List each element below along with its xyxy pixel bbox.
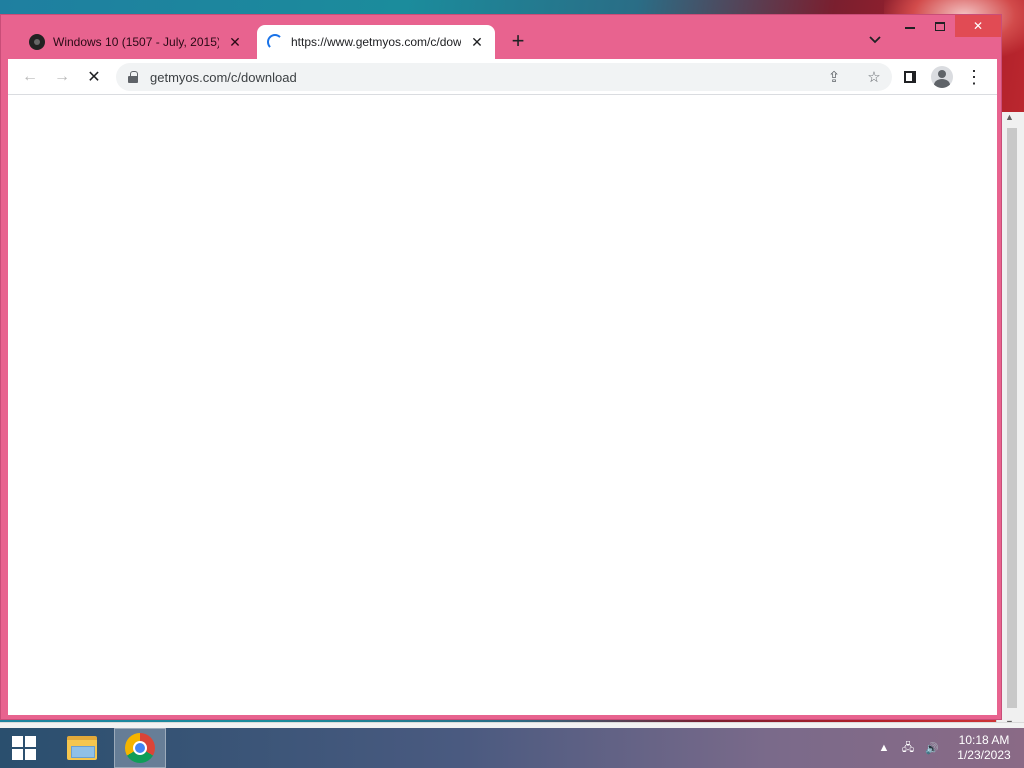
- lock-icon[interactable]: [128, 71, 138, 83]
- tab-search-button[interactable]: [865, 33, 885, 53]
- share-icon[interactable]: ⇪: [824, 68, 844, 86]
- clock-time: 10:18 AM: [958, 733, 1010, 747]
- taskbar-file-explorer[interactable]: [56, 728, 108, 768]
- disc-favicon-icon: [29, 34, 45, 50]
- browser-toolbar: ← → ✕ getmyos.com/c/download ⇪ ☆ ⋮: [8, 59, 997, 95]
- address-bar[interactable]: getmyos.com/c/download ⇪ ☆: [116, 63, 892, 91]
- url-text[interactable]: getmyos.com/c/download: [150, 70, 812, 85]
- title-bar: Windows 10 (1507 - July, 2015) H ✕ https…: [1, 15, 1001, 59]
- tab-close-icon[interactable]: ✕: [227, 34, 243, 50]
- show-hidden-icons-button[interactable]: ▲: [872, 742, 896, 754]
- menu-button[interactable]: ⋮: [962, 65, 986, 89]
- avatar: [931, 66, 953, 88]
- clock[interactable]: 10:18 AM 1/23/2023: [944, 733, 1024, 763]
- minimize-icon: [905, 27, 915, 29]
- volume-icon[interactable]: 🔊: [920, 742, 944, 755]
- scroll-thumb[interactable]: [1007, 128, 1017, 708]
- folder-icon: [67, 736, 97, 760]
- windows-logo-icon: [12, 736, 36, 760]
- close-window-button[interactable]: ✕: [955, 15, 1001, 37]
- new-tab-button[interactable]: +: [507, 30, 529, 53]
- maximize-button[interactable]: [925, 15, 955, 37]
- tab-title: Windows 10 (1507 - July, 2015) H: [53, 35, 219, 49]
- tab-title: https://www.getmyos.com/c/dow: [291, 35, 461, 49]
- side-panel-button[interactable]: [898, 65, 922, 89]
- network-icon[interactable]: 🖧: [896, 739, 920, 758]
- page-content-area[interactable]: [8, 95, 997, 715]
- side-panel-icon: [904, 71, 916, 83]
- system-tray: ▲ 🖧 🔊 10:18 AM 1/23/2023: [872, 728, 1024, 768]
- stop-loading-button[interactable]: ✕: [82, 65, 106, 89]
- taskbar: ▲ 🖧 🔊 10:18 AM 1/23/2023: [0, 728, 1024, 768]
- bookmark-star-icon[interactable]: ☆: [864, 68, 884, 86]
- back-button[interactable]: ←: [18, 65, 42, 89]
- loading-spinner-icon: [267, 34, 283, 50]
- forward-button[interactable]: →: [50, 65, 74, 89]
- chrome-window: Windows 10 (1507 - July, 2015) H ✕ https…: [0, 14, 1002, 720]
- tab-close-icon[interactable]: ✕: [469, 34, 485, 50]
- chevron-down-icon: [869, 36, 881, 44]
- maximize-icon: [935, 21, 945, 31]
- minimize-button[interactable]: [895, 15, 925, 37]
- tab-getmyos-download[interactable]: https://www.getmyos.com/c/dow ✕: [257, 25, 495, 59]
- tab-windows-10[interactable]: Windows 10 (1507 - July, 2015) H ✕: [19, 25, 253, 59]
- profile-button[interactable]: [930, 65, 954, 89]
- start-button[interactable]: [0, 728, 48, 768]
- scroll-up-arrow-icon[interactable]: ▲: [1005, 112, 1014, 122]
- taskbar-google-chrome[interactable]: [114, 728, 166, 768]
- window-controls: ✕: [895, 15, 1001, 37]
- clock-date: 1/23/2023: [957, 748, 1011, 762]
- chrome-icon: [125, 733, 155, 763]
